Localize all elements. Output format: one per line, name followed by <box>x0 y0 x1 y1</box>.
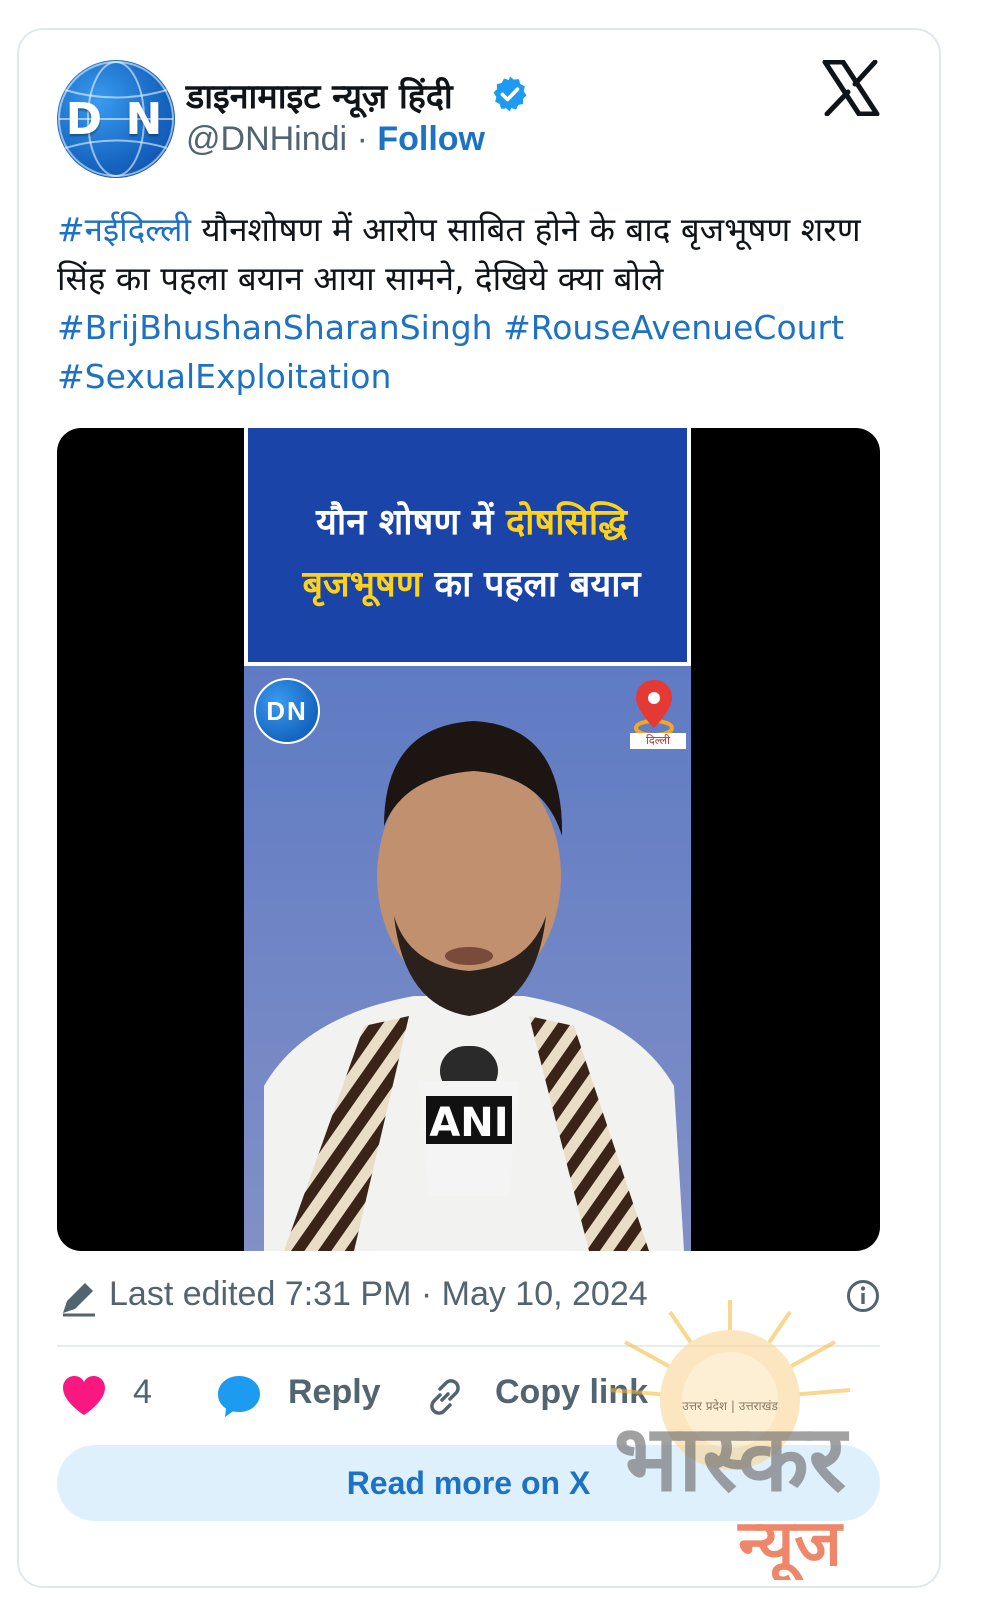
video-dn-logo: DN <box>254 678 320 744</box>
tweet-video[interactable]: यौन शोषण में दोषसिद्धि बृजभूषण का पहला ब… <box>57 428 880 1251</box>
divider <box>57 1345 880 1347</box>
author-handle[interactable]: @DNHindi <box>186 120 347 158</box>
hashtag-item[interactable]: #BrijBhushanSharanSingh <box>57 308 493 347</box>
reply-bubble-icon[interactable] <box>215 1373 263 1419</box>
x-logo-icon[interactable] <box>822 60 880 116</box>
separator-dot: · <box>356 120 368 158</box>
video-headline-line2: बृजभूषण का पहला बयान <box>302 564 641 605</box>
tweet-text: #नईदिल्ली यौनशोषण में आरोप साबित होने के… <box>57 205 877 401</box>
author-display-name[interactable]: डाइनामाइट न्यूज़ हिंदी <box>186 72 453 118</box>
author-handle-row: @DNHindi · Follow <box>186 120 485 159</box>
hashtag-item[interactable]: #RouseAvenueCourt <box>503 308 844 347</box>
like-count: 4 <box>133 1373 152 1411</box>
verified-badge-icon <box>493 76 527 112</box>
info-icon[interactable] <box>846 1279 880 1313</box>
avatar-text: D N <box>65 93 167 145</box>
location-label: दिल्ली <box>630 733 686 749</box>
edited-row: Last edited 7:31 PM · May 10, 2024 <box>57 1275 880 1319</box>
pencil-icon <box>63 1283 95 1317</box>
speaker-image: ANI <box>244 666 691 1251</box>
action-bar: 4 Reply Copy link <box>57 1365 880 1425</box>
mic-label: ANI <box>429 1100 508 1146</box>
hashtag-city[interactable]: #नईदिल्ली <box>57 210 191 249</box>
author-avatar[interactable]: D N <box>57 60 175 178</box>
hashtag-item[interactable]: #SexualExploitation <box>57 357 391 396</box>
follow-button[interactable]: Follow <box>377 120 485 158</box>
video-headline-banner: यौन शोषण में दोषसिद्धि बृजभूषण का पहला ब… <box>244 428 691 666</box>
video-frame: यौन शोषण में दोषसिद्धि बृजभूषण का पहला ब… <box>244 428 691 1251</box>
heart-icon[interactable] <box>61 1375 107 1417</box>
video-headline-line1: यौन शोषण में दोषसिद्धि <box>316 502 627 543</box>
read-more-on-x-button[interactable]: Read more on X <box>57 1445 880 1521</box>
reply-button[interactable]: Reply <box>288 1373 381 1412</box>
edited-timestamp[interactable]: Last edited 7:31 PM · May 10, 2024 <box>109 1275 648 1314</box>
link-icon[interactable] <box>423 1375 467 1419</box>
copy-link-button[interactable]: Copy link <box>495 1373 648 1412</box>
